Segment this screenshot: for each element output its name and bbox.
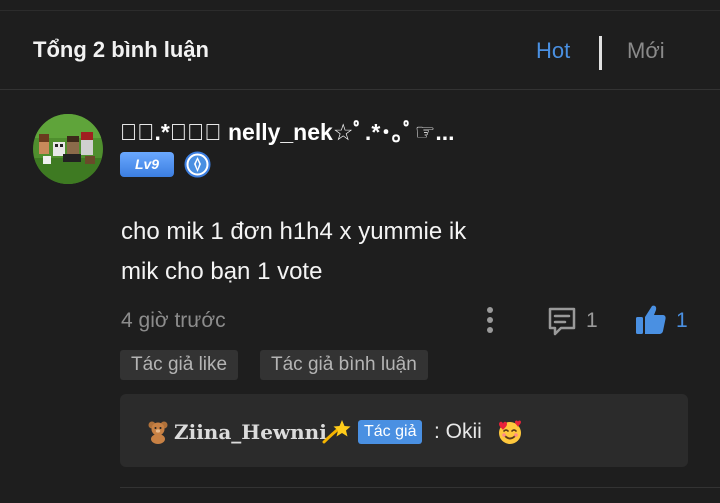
top-divider — [0, 10, 720, 11]
reply-author-name[interactable]: Ziina_Hewnni — [174, 420, 327, 444]
author-replied-tag: Tác giả bình luận — [260, 350, 428, 380]
reply-count: 1 — [586, 309, 598, 332]
comments-header: Tổng 2 bình luận Hot Mới — [0, 20, 720, 88]
sort-new-tab[interactable]: Mới — [627, 38, 665, 64]
comment-line: mik cho bạn 1 vote — [121, 258, 323, 285]
more-vertical-icon[interactable] — [480, 304, 500, 336]
sort-hot-tab[interactable]: Hot — [536, 38, 570, 64]
comment-username[interactable]: ☆ﾟ.*･｡ﾟ nelly_nek☆ﾟ.*･｡ﾟ☞... — [120, 113, 455, 147]
reply-text: : Okii — [434, 420, 482, 443]
bottom-divider — [120, 487, 720, 488]
author-reply-box[interactable]: Ziina_Hewnni Tác giả : Okii — [120, 394, 688, 467]
avatar[interactable] — [33, 114, 103, 184]
header-divider — [0, 89, 720, 90]
like-count: 1 — [676, 309, 688, 332]
smiling-face-hearts-icon — [496, 418, 524, 446]
thumbs-up-icon[interactable] — [634, 303, 668, 337]
dizzy-star-icon — [322, 418, 352, 446]
author-liked-tag: Tác giả like — [120, 350, 239, 380]
medal-icon — [184, 151, 211, 178]
comment-line: cho mik 1 đơn h1h4 x yummie ik — [121, 218, 467, 245]
sort-divider — [599, 36, 602, 70]
comment-icon[interactable] — [546, 305, 578, 337]
comment-timestamp: 4 giờ trước — [121, 309, 226, 332]
comment-body: cho mik 1 đơn h1h4 x yummie ik mik cho b… — [121, 212, 466, 292]
comment-count-title: Tổng 2 bình luận — [33, 37, 209, 62]
author-badge: Tác giả — [358, 420, 423, 444]
level-badge: Lv9 — [120, 152, 174, 177]
teddy-bear-icon — [146, 420, 170, 444]
